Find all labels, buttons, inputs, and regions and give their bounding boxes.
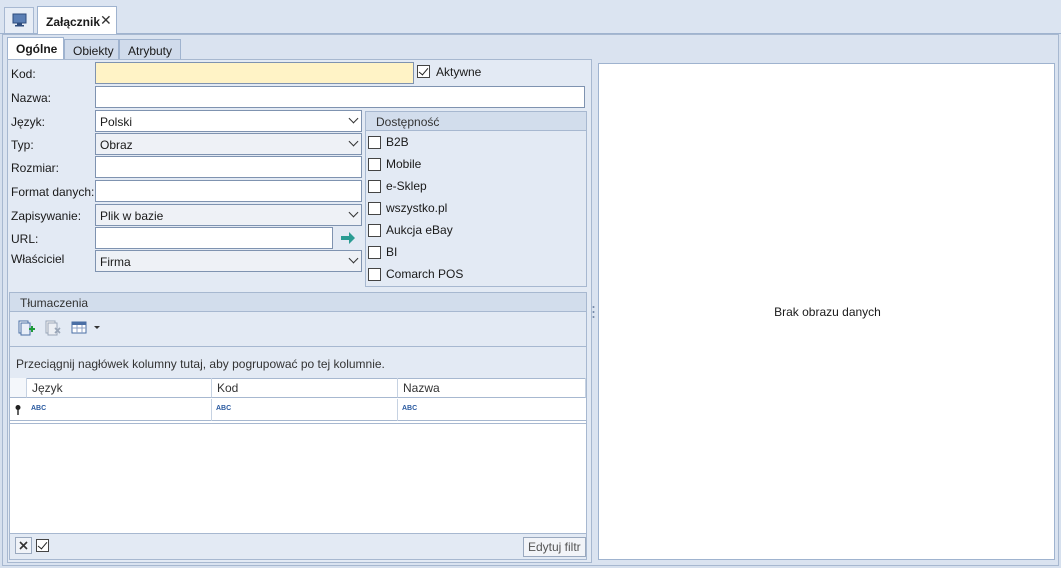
e-sklep-checkbox[interactable] xyxy=(368,180,381,193)
column-header-nazwa-label: Nazwa xyxy=(403,381,440,395)
wszystko-label: wszystko.pl xyxy=(386,201,448,215)
tlumaczenia-title: Tłumaczenia xyxy=(10,293,586,312)
format-danych-label: Format danych: xyxy=(11,185,95,199)
document-tab-title: Załącznik xyxy=(46,15,101,29)
format-danych-input[interactable] xyxy=(95,180,362,202)
grid-footer xyxy=(10,533,586,559)
monitor-icon xyxy=(12,13,27,27)
group-by-hint-area[interactable]: Przeciągnij nagłówek kolumny tutaj, aby … xyxy=(10,346,586,378)
b2b-checkbox[interactable] xyxy=(368,136,381,149)
grid-settings-icon xyxy=(71,321,100,334)
typ-select[interactable]: Obraz xyxy=(95,133,362,155)
add-icon xyxy=(18,320,35,336)
row-indicator-header xyxy=(10,378,27,398)
comarch-pos-checkbox[interactable] xyxy=(368,268,381,281)
wlasciciel-label: Właściciel xyxy=(11,252,65,266)
typ-select-value: Obraz xyxy=(100,138,133,152)
tab-ogolne[interactable]: Ogólne xyxy=(7,37,64,60)
chevron-down-icon xyxy=(348,207,359,218)
nazwa-label: Nazwa: xyxy=(11,91,52,105)
typ-label: Typ: xyxy=(11,138,34,152)
wszystko-checkbox[interactable] xyxy=(368,202,381,215)
text-filter-icon: ABC xyxy=(31,405,47,412)
no-image-message: Brak obrazu danych xyxy=(774,305,881,319)
text-filter-icon: ABC xyxy=(402,405,418,412)
chevron-down-icon xyxy=(348,113,359,124)
group-by-hint: Przeciągnij nagłówek kolumny tutaj, aby … xyxy=(16,357,385,371)
wlasciciel-select[interactable]: Firma xyxy=(95,250,362,272)
tab-atrybuty[interactable]: Atrybuty xyxy=(119,39,181,60)
chevron-down-icon xyxy=(348,136,359,147)
chevron-down-icon xyxy=(348,253,359,264)
filter-cell-nazwa[interactable]: ABC xyxy=(398,399,586,421)
column-header-nazwa[interactable]: Nazwa xyxy=(398,378,586,398)
filter-cell-kod[interactable]: ABC xyxy=(212,399,398,421)
document-tab[interactable]: Załącznik ✕ xyxy=(37,6,117,35)
tab-obiekty[interactable]: Obiekty xyxy=(64,39,119,60)
bi-checkbox[interactable] xyxy=(368,246,381,259)
filter-cell-jezyk[interactable]: ABC xyxy=(27,399,212,421)
aktywne-label: Aktywne xyxy=(436,65,482,79)
window-tab-strip xyxy=(0,0,1061,34)
rozmiar-input[interactable] xyxy=(95,156,362,178)
aktywne-checkbox[interactable] xyxy=(417,65,430,78)
aukcja-ebay-checkbox[interactable] xyxy=(368,224,381,237)
b2b-label: B2B xyxy=(386,135,409,149)
mobile-label: Mobile xyxy=(386,157,422,171)
zapisywanie-select[interactable]: Plik w bazie xyxy=(95,204,362,226)
delete-translation-button[interactable] xyxy=(42,318,64,338)
zapisywanie-select-value: Plik w bazie xyxy=(100,209,164,223)
kod-input[interactable] xyxy=(95,62,414,84)
image-preview: Brak obrazu danych xyxy=(598,63,1055,560)
nazwa-input[interactable] xyxy=(95,86,585,108)
home-button[interactable] xyxy=(4,7,34,33)
column-header-kod[interactable]: Kod xyxy=(212,378,398,398)
grid-options-button[interactable] xyxy=(69,318,105,338)
e-sklep-label: e-Sklep xyxy=(386,179,427,193)
jezyk-select-value: Polski xyxy=(100,115,133,129)
filter-enabled-checkbox[interactable] xyxy=(36,539,49,552)
dostepnosc-title: Dostępność xyxy=(366,112,586,131)
add-translation-button[interactable] xyxy=(15,318,37,338)
wlasciciel-select-value: Firma xyxy=(100,255,131,269)
kod-label: Kod: xyxy=(11,67,36,81)
column-header-jezyk[interactable]: Język xyxy=(27,378,212,398)
jezyk-label: Język: xyxy=(11,115,46,129)
open-url-button[interactable] xyxy=(336,227,360,249)
delete-icon xyxy=(45,320,61,336)
column-header-kod-label: Kod xyxy=(217,381,239,395)
arrow-right-icon xyxy=(341,232,355,244)
edit-filter-button[interactable]: Edytuj filtr xyxy=(523,537,586,557)
comarch-pos-label: Comarch POS xyxy=(386,267,464,281)
close-icon[interactable]: ✕ xyxy=(100,12,112,29)
jezyk-select[interactable]: Polski xyxy=(95,110,362,132)
splitter-grip[interactable] xyxy=(592,305,595,319)
close-icon xyxy=(19,541,28,550)
column-header-jezyk-label: Język xyxy=(32,381,63,395)
rozmiar-label: Rozmiar: xyxy=(11,161,60,175)
bi-label: BI xyxy=(386,245,398,259)
url-label: URL: xyxy=(11,232,39,246)
aukcja-ebay-label: Aukcja eBay xyxy=(386,223,453,237)
mobile-checkbox[interactable] xyxy=(368,158,381,171)
filter-pin-icon xyxy=(13,404,23,416)
text-filter-icon: ABC xyxy=(216,405,232,412)
zapisywanie-label: Zapisywanie: xyxy=(11,209,82,223)
clear-filter-button[interactable] xyxy=(15,537,32,554)
url-input[interactable] xyxy=(95,227,333,249)
grid-divider xyxy=(10,423,586,424)
